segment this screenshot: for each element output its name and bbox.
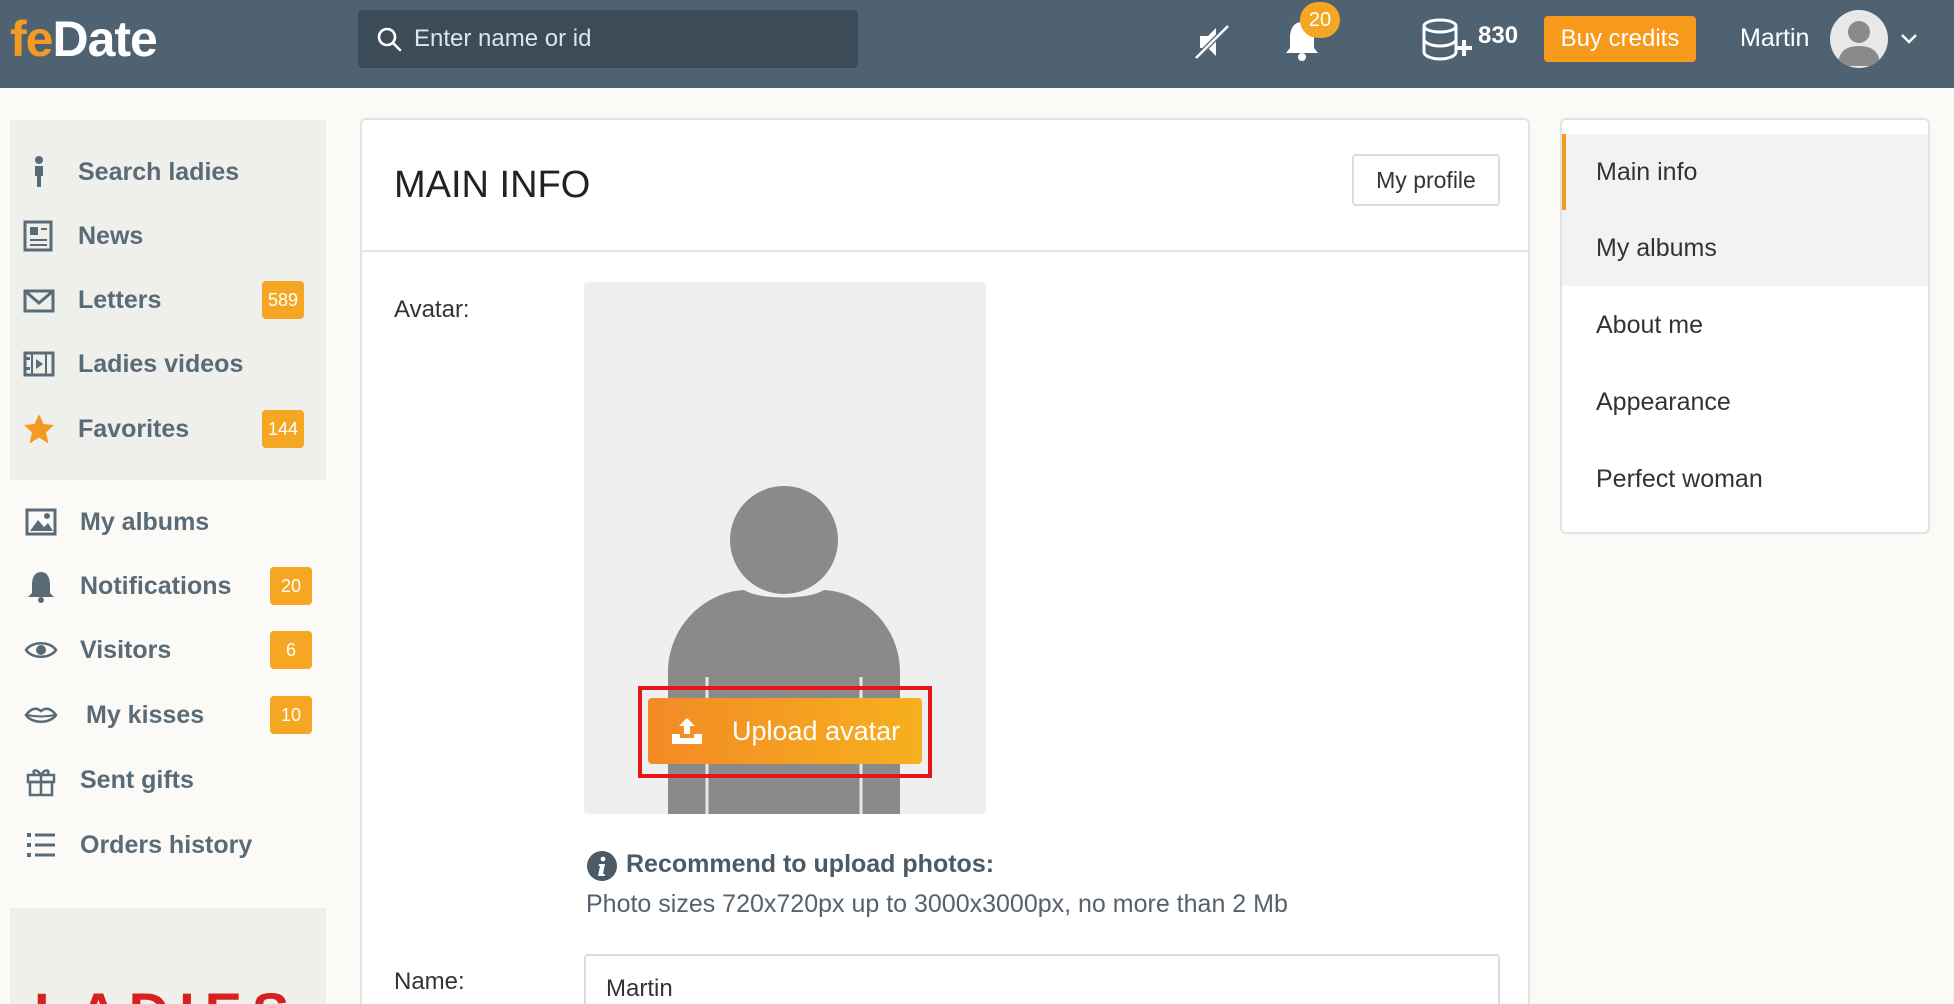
menu-item-about-me[interactable]: About me [1562,287,1928,363]
notifications-count-badge: 20 [270,567,312,605]
recommend-title: Recommend to upload photos: [626,850,995,878]
sound-off-icon[interactable] [1192,22,1232,62]
list-icon [27,833,55,857]
credits-balance: 830 [1478,22,1519,49]
sidebar-item-my-albums[interactable]: My albums [24,502,209,542]
letters-count-badge: 589 [262,281,304,319]
notification-count-badge: 20 [1300,2,1340,38]
page-title: MAIN INFO [394,164,591,206]
search-icon [377,27,402,52]
sidebar-item-favorites[interactable]: Favorites [22,409,189,449]
film-icon [23,351,55,377]
visitors-count-badge: 6 [270,631,312,669]
user-avatar[interactable] [1830,10,1888,68]
top-header: feDate 20 830 Buy credits Martin [0,0,1954,88]
sidebar-item-notifications[interactable]: Notifications [24,566,231,606]
search-box [358,10,858,68]
sidebar-item-news[interactable]: News [22,216,143,256]
menu-item-appearance[interactable]: Appearance [1562,364,1928,440]
header-divider [362,250,1528,252]
sidebar-item-ladies-videos[interactable]: Ladies videos [22,344,243,384]
person-icon [35,156,43,187]
menu-item-perfect-woman[interactable]: Perfect woman [1562,441,1928,517]
credits-database-icon[interactable] [1420,18,1474,62]
sidebar-item-letters[interactable]: Letters [22,280,161,320]
image-icon [25,508,57,536]
kisses-count-badge: 10 [270,696,312,734]
buy-credits-button[interactable]: Buy credits [1544,16,1696,62]
profile-sections-menu: Main info My albums About me Appearance … [1560,118,1930,534]
gift-icon [26,769,56,797]
main-info-panel: MAIN INFO My profile Avatar: Upload avat… [360,118,1530,1004]
name-input[interactable] [584,954,1500,1004]
eye-icon [24,642,58,658]
envelope-icon [23,289,55,313]
star-icon [24,414,54,444]
ladies-banner[interactable]: LADIES [10,908,326,1004]
sidebar-item-sent-gifts[interactable]: Sent gifts [24,760,194,800]
user-name[interactable]: Martin [1740,24,1809,53]
lips-icon [24,707,58,723]
default-avatar-icon [1838,21,1880,66]
sidebar-item-orders-history[interactable]: Orders history [24,825,252,865]
recommend-text: Photo sizes 720x720px up to 3000x3000px,… [586,890,1288,918]
sidebar-item-visitors[interactable]: Visitors [24,630,171,670]
search-input[interactable] [414,10,844,68]
menu-item-my-albums[interactable]: My albums [1562,210,1928,286]
avatar-label: Avatar: [394,296,470,323]
newspaper-icon [23,220,53,252]
chevron-down-icon[interactable] [1900,32,1918,46]
name-label: Name: [394,968,465,995]
fedate-logo[interactable]: feDate [10,10,158,68]
info-icon [587,851,617,881]
menu-item-main-info[interactable]: Main info [1562,134,1928,210]
upload-avatar-button[interactable]: Upload avatar [648,698,922,764]
favorites-count-badge: 144 [262,410,304,448]
bell-icon [28,572,54,603]
sidebar-item-my-kisses[interactable]: My kisses [24,695,204,735]
sidebar-item-search-ladies[interactable]: Search ladies [22,152,239,192]
my-profile-button[interactable]: My profile [1352,154,1500,206]
upload-icon [672,718,702,744]
